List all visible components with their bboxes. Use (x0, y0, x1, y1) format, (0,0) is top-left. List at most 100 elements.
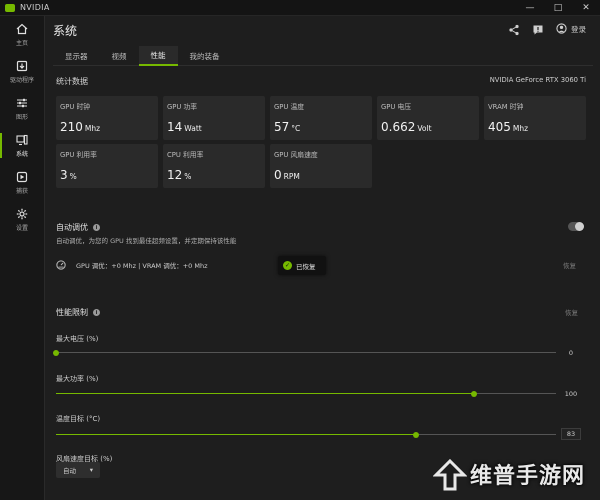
stat-label: GPU 电压 (381, 103, 412, 111)
gauge-icon (56, 260, 66, 270)
share-icon[interactable] (508, 24, 520, 36)
slider-temp-target[interactable] (56, 431, 556, 438)
watermark-logo (432, 458, 468, 492)
gear-icon (16, 208, 28, 220)
stat-card-gpu-temp: GPU 温度 57 °C (270, 96, 372, 140)
stat-value: 57 (274, 120, 290, 134)
stat-value: 0 (274, 168, 282, 182)
stat-value-wrap: 57 °C (274, 120, 300, 134)
sidebar-item-label: 系统 (15, 150, 28, 158)
slider-value-max-power: 100 (564, 390, 578, 398)
fan-target-dropdown[interactable]: 自动 ▾ (56, 462, 100, 478)
sidebar-item-label: 设置 (15, 224, 28, 232)
stat-value: 3 (60, 168, 68, 182)
stat-label: GPU 温度 (274, 103, 305, 111)
sidebar-item-label: 主页 (15, 39, 28, 47)
feedback-icon[interactable] (532, 24, 544, 36)
stat-label: GPU 风扇速度 (274, 151, 318, 159)
app-title: NVIDIA (20, 3, 50, 12)
sidebar-item-system[interactable]: 系统 (0, 127, 44, 164)
sidebar-item-label: 捕获 (15, 187, 28, 195)
tab-video[interactable]: 视频 (100, 46, 139, 66)
login-label: 登录 (571, 25, 586, 34)
minimize-button[interactable]: — (516, 0, 544, 16)
tab-performance[interactable]: 性能 (138, 46, 178, 66)
check-icon: ✓ (283, 261, 292, 270)
stat-value: 12 (167, 168, 183, 182)
chevron-down-icon: ▾ (89, 466, 93, 474)
stat-unit: °C (291, 124, 301, 133)
page-title: 系统 (53, 24, 78, 38)
slider-handle[interactable] (470, 390, 477, 397)
slider-value-temp-target[interactable]: 83 (561, 428, 581, 440)
slider-max-power[interactable] (56, 390, 556, 397)
slider-handle[interactable] (413, 431, 419, 438)
stat-card-fan-speed: GPU 风扇速度 0 RPM (270, 144, 372, 188)
stat-card-gpu-power: GPU 功率 14 Watt (163, 96, 265, 140)
tab-my-rig[interactable]: 我的装备 (178, 46, 232, 66)
auto-tune-title: 自动调优 (56, 223, 88, 232)
maximize-button[interactable]: □ (544, 0, 572, 16)
sidebar-item-label: 驱动程序 (9, 76, 34, 84)
stat-label: GPU 功率 (167, 103, 198, 111)
stat-value-wrap: 12% (167, 168, 191, 182)
stat-value-wrap: 405 Mhz (488, 120, 528, 134)
auto-tune-status: GPU 调优：+0 Mhz | VRAM 调优：+0 Mhz (76, 262, 208, 270)
stat-value-wrap: 14 Watt (167, 120, 202, 134)
dropdown-value: 自动 (63, 467, 76, 475)
slider-label-temp-target: 温度目标 (°C) (56, 415, 101, 423)
perf-limits-title: 性能限制 (56, 308, 88, 317)
stat-label: VRAM 时钟 (488, 103, 524, 111)
stat-card-gpu-clock: GPU 时钟 210 Mhz (56, 96, 158, 140)
stats-title: 统计数据 (56, 77, 88, 86)
capture-icon (16, 171, 28, 183)
driver-icon (16, 60, 28, 72)
tab-displays[interactable]: 显示器 (53, 46, 100, 66)
stat-card-gpu-voltage: GPU 电压 0.662 Volt (377, 96, 479, 140)
stat-unit: % (69, 172, 77, 181)
info-icon[interactable]: i (93, 224, 100, 231)
stat-value: 405 (488, 120, 511, 134)
stat-value-wrap: 210 Mhz (60, 120, 100, 134)
auto-tune-description: 自动调优，为您的 GPU 找到最佳超频设置，并定期保持该性能 (56, 237, 237, 245)
slider-value-max-voltage: 0 (568, 349, 574, 357)
perf-limits-header: 性能限制 i (56, 307, 100, 318)
sidebar-item-drivers[interactable]: 驱动程序 (0, 53, 44, 90)
slider-label-max-voltage: 最大电压 (%) (56, 335, 99, 343)
login-button[interactable]: 登录 (556, 23, 586, 36)
info-icon[interactable]: i (93, 309, 100, 316)
window-controls: — □ ✕ (516, 0, 600, 16)
stat-unit: % (184, 172, 192, 181)
stat-unit: RPM (283, 172, 300, 181)
sidebar-item-home[interactable]: 主页 (0, 16, 44, 53)
stat-value: 210 (60, 120, 83, 134)
auto-tune-toggle[interactable] (568, 222, 584, 231)
auto-tune-reset-button[interactable]: 恢复 (563, 260, 576, 270)
sidebar-item-capture[interactable]: 捕获 (0, 164, 44, 201)
stat-value: 0.662 (381, 120, 416, 134)
stat-value-wrap: 3% (60, 168, 77, 182)
nvidia-logo-icon (5, 3, 15, 12)
stat-label: CPU 利用率 (167, 151, 204, 159)
main-panel: 系统 登录 显示器 视频 性能 我的装备 统计数据 NVIDIA GeForce… (45, 16, 600, 500)
stat-value: 14 (167, 120, 183, 134)
sidebar-item-graphics[interactable]: 图形 (0, 90, 44, 127)
stat-value-wrap: 0 RPM (274, 168, 300, 182)
slider-max-voltage[interactable] (53, 349, 556, 356)
close-button[interactable]: ✕ (572, 0, 600, 16)
slider-label-max-power: 最大功率 (%) (56, 375, 99, 383)
stat-unit: Watt (184, 124, 202, 133)
slider-fill (56, 393, 474, 394)
saved-toast: ✓ 已恢复 (278, 256, 326, 275)
stat-unit: Volt (417, 124, 432, 133)
perf-limits-reset-button[interactable]: 恢复 (565, 307, 578, 317)
title-bar: NVIDIA — □ ✕ (0, 0, 600, 16)
stat-value-wrap: 0.662 Volt (381, 120, 432, 134)
toggle-knob (575, 222, 584, 231)
slider-handle[interactable] (53, 349, 59, 356)
stat-card-vram-clock: VRAM 时钟 405 Mhz (484, 96, 586, 140)
home-icon (16, 23, 28, 35)
header-actions: 登录 (508, 23, 586, 36)
stats-header: 统计数据 NVIDIA GeForce RTX 3060 Ti (56, 76, 586, 87)
sidebar-item-settings[interactable]: 设置 (0, 201, 44, 238)
